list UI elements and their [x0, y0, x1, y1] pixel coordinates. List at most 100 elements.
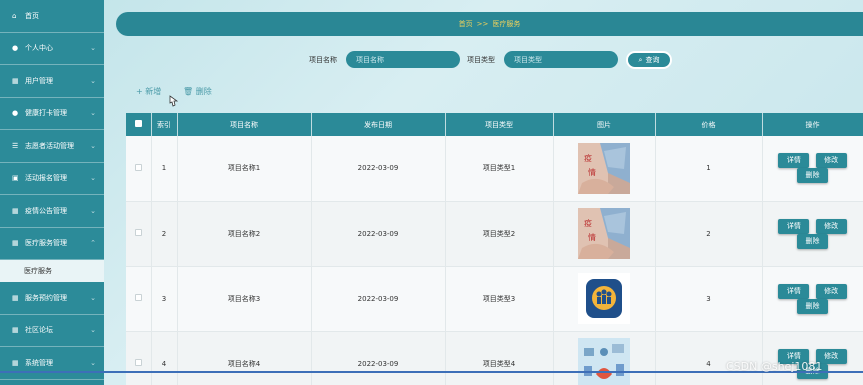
cell-name: 项目名称4 [177, 331, 312, 385]
sidebar-subitem-label: 医疗服务 [24, 267, 52, 275]
sidebar-item-medical-service[interactable]: ▦ 医疗服务管理 ⌃ [0, 227, 104, 260]
sidebar-item-label: 医疗服务管理 [25, 239, 67, 248]
edit-button[interactable]: 修改 [815, 218, 847, 234]
column-header: 索引 [151, 113, 178, 136]
sidebar-item-user-management[interactable]: ▦ 用户管理 ⌄ [0, 65, 104, 98]
project-type-label: 项目类型 [467, 56, 495, 64]
svg-text:疫: 疫 [584, 218, 592, 228]
table-row: 3 项目名称3 2022-03-09 项目类型3 3 详情 修改 删除 [126, 266, 863, 332]
row-checkbox[interactable] [134, 359, 142, 366]
column-header: 操作 [762, 113, 863, 136]
sliders-icon: ☰ [12, 141, 19, 150]
grid-icon: ▦ [12, 239, 19, 248]
sidebar-item-label: 志愿者活动管理 [25, 141, 74, 150]
grid-icon: ▦ [12, 358, 19, 367]
chevron-down-icon: ⌄ [90, 44, 96, 53]
sidebar-subitem-medical-service[interactable]: 医疗服务 [0, 260, 104, 282]
edit-button[interactable]: 修改 [815, 283, 847, 299]
sidebar-item-volunteer[interactable]: ☰ 志愿者活动管理 ⌄ [0, 130, 104, 163]
cell-actions: 详情 修改 删除 [762, 331, 863, 385]
select-all-cell [126, 113, 152, 136]
grid-icon: ▦ [12, 326, 19, 335]
table-row: 2 项目名称2 2022-03-09 项目类型2 疫 情 2 详情 修改 删除 [126, 201, 863, 267]
svg-text:情: 情 [588, 167, 596, 177]
row-checkbox[interactable] [134, 294, 142, 301]
breadcrumb-current: 医疗服务 [492, 20, 521, 28]
detail-button[interactable]: 详情 [778, 153, 810, 169]
project-name-input[interactable]: 项目名称 [346, 51, 460, 68]
grid-icon: ▦ [12, 293, 19, 302]
column-header: 发布日期 [311, 113, 446, 136]
chevron-up-icon: ⌃ [90, 239, 96, 248]
cell-price: 2 [655, 201, 763, 267]
watermark: CSDN @shej1081 [726, 360, 823, 373]
detail-button[interactable]: 详情 [778, 283, 810, 299]
user-icon: ● [12, 109, 19, 118]
row-checkbox[interactable] [134, 163, 142, 171]
sidebar-item-home[interactable]: ⌂ 首页 [0, 0, 104, 33]
query-button-label: 查询 [645, 56, 660, 64]
row-checkbox[interactable] [134, 229, 142, 236]
grid-icon: ▦ [12, 206, 19, 215]
cell-name: 项目名称1 [177, 136, 312, 202]
cell-name: 项目名称2 [177, 201, 312, 267]
column-header: 价格 [655, 113, 763, 136]
cell-image [553, 266, 656, 332]
project-type-input[interactable]: 项目类型 [504, 51, 618, 68]
edit-button[interactable]: 修改 [815, 153, 847, 169]
sidebar-item-system[interactable]: ▦ 系统管理 ⌄ [0, 347, 104, 380]
delete-button[interactable]: 删除 [797, 233, 828, 249]
breadcrumb-separator: >> [476, 20, 489, 28]
chevron-down-icon: ⌄ [90, 174, 96, 183]
add-button[interactable]: + 新增 [136, 86, 161, 97]
query-button[interactable]: ⌕ 查询 [626, 51, 672, 69]
cell-actions: 详情 修改 删除 [762, 201, 863, 267]
sidebar-item-label: 健康打卡管理 [25, 109, 67, 118]
cell-type: 项目类型4 [445, 331, 554, 385]
cell-image: 疫 情 [553, 201, 656, 267]
column-header: 图片 [553, 113, 656, 136]
sidebar-item-forum[interactable]: ▦ 社区论坛 ⌄ [0, 314, 104, 347]
svg-text:情: 情 [588, 232, 596, 242]
delete-button[interactable]: 删除 [797, 298, 828, 314]
user-icon: ● [12, 44, 19, 53]
breadcrumb-home[interactable]: 首页 [459, 19, 473, 29]
cell-type: 项目类型2 [445, 201, 554, 267]
cell-actions: 详情 修改 删除 [762, 266, 863, 332]
delete-button[interactable]: 删除 [797, 168, 828, 184]
delete-selected-button[interactable]: 🗑 删除 [183, 86, 212, 97]
sidebar-item-label: 疫情公告管理 [25, 206, 67, 215]
cell-index: 1 [151, 136, 178, 202]
breadcrumb: 首页 >> 医疗服务 [116, 12, 863, 36]
sidebar-item-appointment[interactable]: ▦ 服务预约管理 ⌄ [0, 282, 104, 315]
data-table: 索引 项目名称 发布日期 项目类型 图片 价格 操作 1 项目名称1 2022-… [126, 113, 863, 385]
cell-date: 2022-03-09 [311, 266, 446, 332]
sidebar-item-personal-center[interactable]: ● 个人中心 ⌄ [0, 32, 104, 65]
sidebar-item-label: 活动报名管理 [25, 174, 67, 183]
trash-icon: 🗑 [183, 87, 194, 96]
cell-date: 2022-03-09 [311, 331, 446, 385]
sidebar-item-health-checkin[interactable]: ● 健康打卡管理 ⌄ [0, 97, 104, 130]
select-all-checkbox[interactable] [134, 120, 142, 127]
cell-index: 2 [151, 201, 178, 267]
chevron-down-icon: ⌄ [90, 76, 96, 85]
mask-hands-photo: 疫 情 [578, 208, 630, 259]
cell-actions: 详情 修改 删除 [762, 136, 863, 202]
delete-selected-label: 删除 [195, 87, 212, 96]
chevron-down-icon: ⌄ [90, 358, 96, 367]
mask-hands-photo: 疫 情 [578, 142, 630, 194]
chevron-down-icon: ⌄ [90, 109, 96, 118]
sidebar-item-activity-signup[interactable]: ▣ 活动报名管理 ⌄ [0, 162, 104, 195]
sidebar-item-epidemic-notice[interactable]: ▦ 疫情公告管理 ⌄ [0, 195, 104, 228]
chevron-down-icon: ⌄ [90, 326, 96, 335]
cell-image: 疫 情 [553, 136, 656, 202]
medical-illustration [578, 338, 630, 385]
detail-button[interactable]: 详情 [778, 218, 810, 234]
cell-price: 1 [655, 136, 763, 202]
chevron-down-icon: ⌄ [90, 141, 96, 150]
sidebar-item-label: 用户管理 [25, 76, 53, 85]
grid-icon: ▦ [12, 76, 19, 85]
cell-index: 3 [151, 266, 178, 332]
sidebar: ⌂ 首页 ● 个人中心 ⌄ ▦ 用户管理 ⌄ ● 健康打卡管理 ⌄ ☰ 志愿者活… [0, 0, 104, 385]
sidebar-item-label: 社区论坛 [25, 326, 53, 335]
